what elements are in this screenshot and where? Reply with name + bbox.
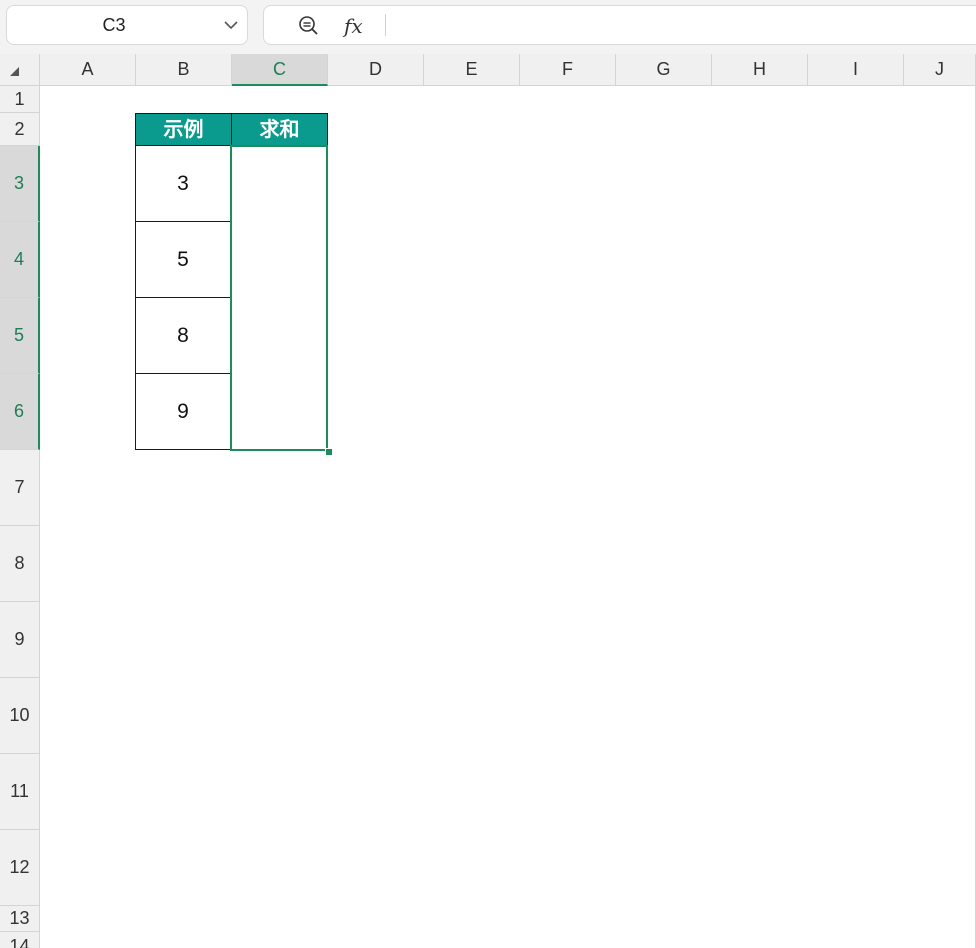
formula-toolbar: C3 fx [0,0,976,54]
column-header-c[interactable]: C [232,54,328,86]
column-header-f[interactable]: F [520,54,616,86]
column-header-i[interactable]: I [808,54,904,86]
row-header-11[interactable]: 11 [0,754,40,830]
column-header-a[interactable]: A [40,54,136,86]
fill-handle[interactable] [325,448,333,456]
zoom-out-icon[interactable] [298,15,320,37]
table-header-sum[interactable]: 求和 [231,113,328,146]
row-header-13[interactable]: 13 [0,906,40,932]
column-header-d[interactable]: D [328,54,424,86]
formula-divider [385,14,386,36]
name-box-value[interactable]: C3 [7,6,221,44]
cell-b3[interactable]: 3 [135,145,231,222]
cell-b4[interactable]: 5 [135,221,231,298]
formula-area: fx [263,5,976,45]
row-header-14[interactable]: 14 [0,932,40,948]
spreadsheet-grid[interactable]: ABCDEFGHIJ 1 2 3 4 5 6 7 8 9 10 11 12 13 14 示例 求和 3 5… [0,54,976,948]
select-all-corner[interactable] [0,54,40,86]
row-header-9[interactable]: 9 [0,602,40,678]
row-header-5[interactable]: 5 [0,298,40,374]
row-header-12[interactable]: 12 [0,830,40,906]
row-header-1[interactable]: 1 [0,86,40,113]
chevron-down-icon[interactable] [223,18,239,32]
table-header-example[interactable]: 示例 [135,113,232,146]
column-header-b[interactable]: B [136,54,232,86]
cell-b5[interactable]: 8 [135,297,231,374]
row-header-6[interactable]: 6 [0,374,40,450]
formula-input[interactable] [394,10,976,42]
fx-icon[interactable]: fx [344,12,363,40]
row-header-4[interactable]: 4 [0,222,40,298]
column-header-j[interactable]: J [904,54,976,86]
column-header-e[interactable]: E [424,54,520,86]
column-header-h[interactable]: H [712,54,808,86]
row-header-3[interactable]: 3 [0,146,40,222]
cell-b6[interactable]: 9 [135,373,231,450]
column-header-g[interactable]: G [616,54,712,86]
row-header-7[interactable]: 7 [0,450,40,526]
row-header-2[interactable]: 2 [0,113,40,146]
name-box[interactable]: C3 [6,5,248,45]
row-header-8[interactable]: 8 [0,526,40,602]
select-all-icon [10,67,19,76]
row-header-10[interactable]: 10 [0,678,40,754]
selected-merged-cell-c3[interactable] [230,145,328,451]
